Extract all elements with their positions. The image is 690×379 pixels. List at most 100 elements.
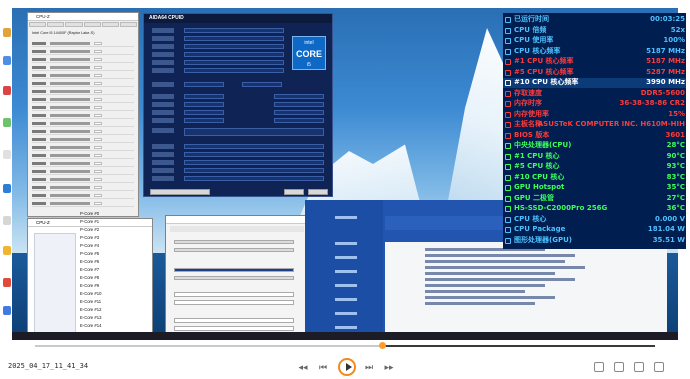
core-row: E-Core #9 <box>80 283 100 288</box>
video-player-controls: 2025_04_17_11_41_34 ◂◂ ⏮ ⏭ ▸▸ <box>0 340 690 379</box>
aida-title: AIDA64 CPUID <box>144 14 332 23</box>
aida64-cpuid-window[interactable]: AIDA64 CPUID intel CORE i5 <box>143 13 333 197</box>
sensor-icon <box>505 195 511 202</box>
desktop-icon[interactable] <box>3 118 11 127</box>
volume-icon[interactable] <box>634 362 644 372</box>
stress-tabs[interactable] <box>170 226 304 232</box>
settings-icon[interactable] <box>594 362 604 372</box>
overlay-row: GPU 二极管 27°C <box>503 194 686 204</box>
previous-icon[interactable]: ⏮ <box>316 360 330 374</box>
progress-knob[interactable] <box>378 342 386 349</box>
overlay-row: #1 CPU 核心 90°C <box>503 152 686 162</box>
stress-select[interactable] <box>174 318 294 323</box>
overlay-value: 93°C <box>666 162 685 170</box>
overlay-row: #10 CPU 核心频率 3990 MHz <box>503 78 686 88</box>
overlay-label: #1 CPU 核心 <box>514 151 560 160</box>
overlay-value: 100% <box>663 36 685 44</box>
progress-bar[interactable] <box>35 345 655 347</box>
rewind-icon[interactable]: ◂◂ <box>296 360 310 374</box>
overlay-row: 中央处理器(CPU) 28°C <box>503 141 686 151</box>
overlay-label: CPU 倍频 <box>514 25 547 34</box>
desktop-icon[interactable] <box>3 28 11 37</box>
overlay-label: #1 CPU 核心频率 <box>514 57 574 65</box>
overlay-label: 存取速度 <box>514 88 542 97</box>
overlay-row: 已运行时间 00:03:25 <box>503 15 686 25</box>
list-icon[interactable] <box>614 362 624 372</box>
stress-select[interactable] <box>174 292 294 297</box>
overlay-label: CPU 使用率 <box>514 36 554 44</box>
screenshot: CPU-Z Intel Core i5 14400F (Raptor Lake-… <box>0 0 690 379</box>
overlay-label: 内存时序 <box>514 99 542 107</box>
aida64-sidebar[interactable] <box>305 200 383 340</box>
overlay-value: 36-38-38-86 CR2 <box>619 99 685 107</box>
overlay-value: 27°C <box>666 193 685 202</box>
overlay-label: CPU 核心 <box>514 214 547 223</box>
stress-select[interactable] <box>174 300 294 305</box>
overlay-value: 5287 MHz <box>646 67 685 76</box>
sensor-icon <box>505 27 511 34</box>
sensor-icon <box>505 17 511 23</box>
cpuz-window[interactable]: CPU-Z Intel Core i5 14400F (Raptor Lake-… <box>27 12 139 217</box>
sensor-icon <box>505 216 511 223</box>
overlay-row: 内存时序 36-38-38-86 CR2 <box>503 99 686 109</box>
sensor-icon <box>505 48 511 55</box>
sensor-overlay-panel: 已运行时间 00:03:25 CPU 倍频 52x CPU 使用率 100% CPU 核心频… <box>503 13 686 249</box>
overlay-value: 00:03:25 <box>650 15 685 23</box>
sensor-icon <box>505 237 511 244</box>
overlay-row: #10 CPU 核心 83°C <box>503 173 686 183</box>
overlay-row: HS-SSD-C2000Pro 256G 36°C <box>503 204 686 214</box>
next-icon[interactable]: ⏭ <box>362 360 376 374</box>
stress-test-window[interactable] <box>165 215 307 339</box>
sensor-icon <box>505 90 511 97</box>
overlay-row: 主板名称 ASUSTeK COMPUTER INC. H610M-HIH <box>503 120 686 130</box>
desktop-icon[interactable] <box>3 56 11 65</box>
overlay-label: 中央处理器(CPU) <box>514 141 572 149</box>
cpu-core-list-window[interactable]: CPU-Z P-Core #0 P-Core #1 P-Core #2 P-Co… <box>27 211 153 338</box>
overlay-value: DDR5-5600 <box>640 88 685 97</box>
sensor-icon <box>505 132 511 139</box>
sensor-icon <box>505 185 511 191</box>
overlay-row: 内存使用率 15% <box>503 110 686 120</box>
play-button[interactable] <box>338 358 356 376</box>
stress-select[interactable] <box>174 326 294 331</box>
core-row: E-Core #13 <box>80 315 102 320</box>
core-select-dropdown[interactable] <box>150 189 210 195</box>
sensor-icon <box>505 164 511 170</box>
recording-timestamp: 2025_04_17_11_41_34 <box>8 362 89 370</box>
overlay-row: CPU 倍频 52x <box>503 26 686 36</box>
desktop-icon[interactable] <box>3 184 11 193</box>
overlay-value: 52x <box>670 25 685 34</box>
sensor-icon <box>505 59 511 65</box>
core-row: P-Core #5 <box>80 251 100 256</box>
fullscreen-icon[interactable] <box>654 362 664 372</box>
core-row: P-Core #4 <box>80 243 100 248</box>
overlay-label: HS-SSD-C2000Pro 256G <box>514 204 608 212</box>
desktop-icon[interactable] <box>3 246 11 255</box>
close-button[interactable] <box>308 189 328 195</box>
desktop-icon[interactable] <box>3 150 11 159</box>
core-row: E-Core #12 <box>80 307 102 312</box>
overlay-row: BIOS 版本 3601 <box>503 131 686 141</box>
overlay-value: 35.51 W <box>652 235 685 244</box>
sensor-icon <box>505 227 511 233</box>
stress-window-titlebar <box>166 216 306 224</box>
cpuz-tabs[interactable] <box>28 21 138 27</box>
overlay-label: #10 CPU 核心 <box>514 172 565 181</box>
overlay-row: 图形处理器(GPU) 35.51 W <box>503 236 686 246</box>
sensor-icon <box>505 206 511 212</box>
desktop-icon[interactable] <box>3 306 11 315</box>
save-button[interactable] <box>284 189 304 195</box>
overlay-label: GPU Hotspot <box>514 183 565 191</box>
overlay-value: 28°C <box>666 141 685 149</box>
overlay-value: 3601 <box>665 130 685 139</box>
overlay-row: 存取速度 DDR5-5600 <box>503 89 686 99</box>
sensor-icon <box>505 111 511 118</box>
overlay-label: #10 CPU 核心频率 <box>514 78 579 86</box>
desktop-icon[interactable] <box>3 216 11 225</box>
sensor-icon <box>505 38 511 44</box>
desktop-icon[interactable] <box>3 86 11 95</box>
sensor-icon <box>505 122 511 128</box>
overlay-row: CPU 核心频率 5187 MHz <box>503 47 686 57</box>
desktop-icon[interactable] <box>3 278 11 287</box>
fast-forward-icon[interactable]: ▸▸ <box>382 360 396 374</box>
